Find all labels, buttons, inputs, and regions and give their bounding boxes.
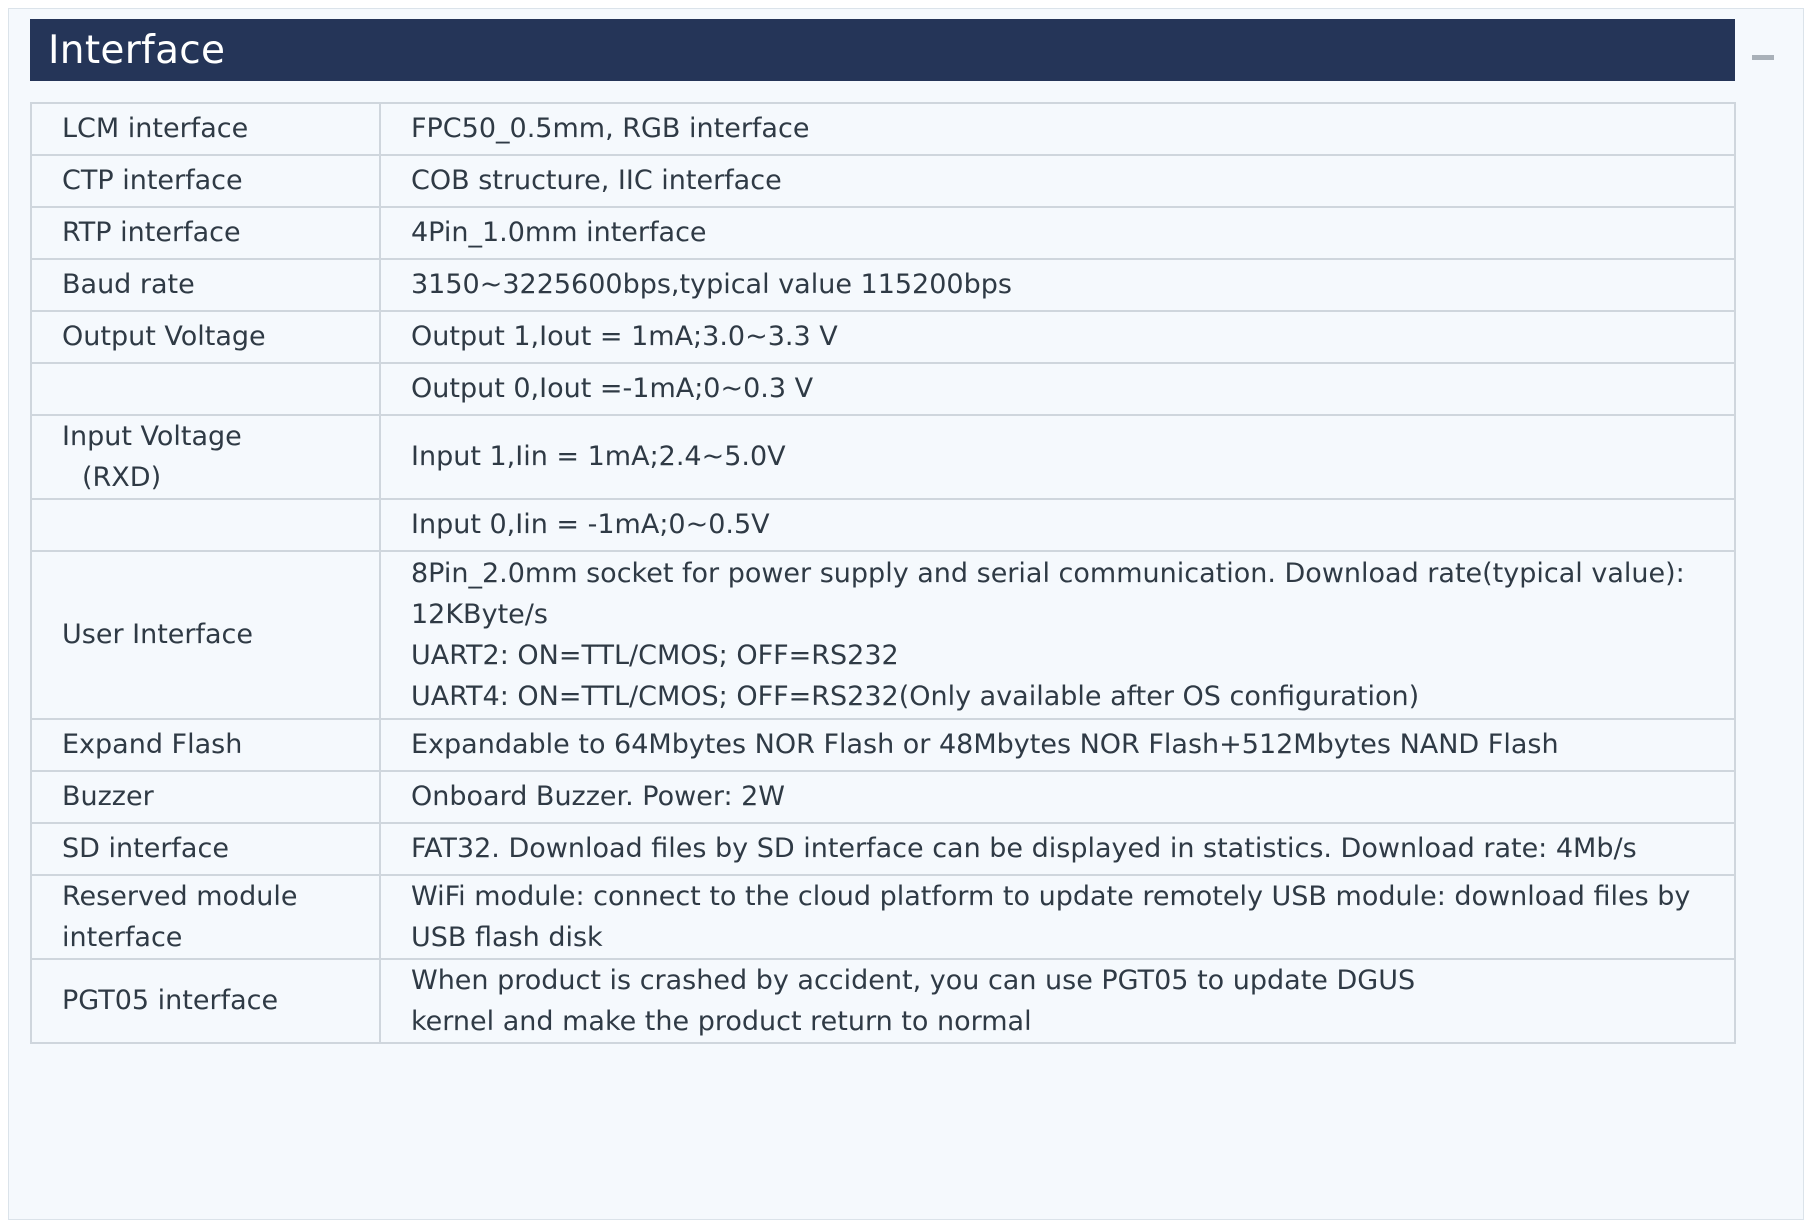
row-label	[30, 362, 381, 416]
row-label: RTP interface	[30, 206, 381, 260]
collapse-minus-icon[interactable]	[1752, 47, 1774, 69]
section-header: Interface	[30, 19, 1735, 81]
table-row: Output 0,Iout =-1mA;0~0.3 V	[30, 362, 1736, 416]
row-value: 8Pin_2.0mm socket for power supply and s…	[379, 550, 1736, 720]
row-label-line: Reserved module	[62, 881, 298, 912]
row-label-sub: (RXD)	[82, 462, 162, 493]
row-label: Baud rate	[30, 258, 381, 312]
row-value-line: UART4: ON=TTL/CMOS; OFF=RS232(Only avail…	[411, 681, 1420, 712]
table-row: LCM interface FPC50_0.5mm, RGB interface	[30, 102, 1736, 156]
table-row: Expand Flash Expandable to 64Mbytes NOR …	[30, 718, 1736, 772]
table-row: CTP interface COB structure, IIC interfa…	[30, 154, 1736, 208]
row-label	[30, 498, 381, 552]
row-value: Output 0,Iout =-1mA;0~0.3 V	[379, 362, 1736, 416]
row-value: WiFi module: connect to the cloud platfo…	[379, 874, 1736, 960]
table-row: Input 0,Iin = -1mA;0~0.5V	[30, 498, 1736, 552]
row-label: Output Voltage	[30, 310, 381, 364]
row-label-line: interface	[62, 922, 183, 953]
row-value-line: USB flash disk	[411, 922, 603, 953]
row-value: Input 1,Iin = 1mA;2.4~5.0V	[379, 414, 1736, 500]
table-row: SD interface FAT32. Download files by SD…	[30, 822, 1736, 876]
section-title: Interface	[48, 27, 226, 73]
row-label: Input Voltage (RXD)	[30, 414, 381, 500]
row-value-line: WiFi module: connect to the cloud platfo…	[411, 881, 1691, 912]
row-label: CTP interface	[30, 154, 381, 208]
row-label: Reserved module interface	[30, 874, 381, 960]
table-row: PGT05 interface When product is crashed …	[30, 958, 1736, 1044]
row-value: FAT32. Download files by SD interface ca…	[379, 822, 1736, 876]
row-value-line: 12KByte/s	[411, 599, 548, 630]
row-value: FPC50_0.5mm, RGB interface	[379, 102, 1736, 156]
row-value: COB structure, IIC interface	[379, 154, 1736, 208]
table-row: Input Voltage (RXD) Input 1,Iin = 1mA;2.…	[30, 414, 1736, 500]
row-label: User Interface	[30, 550, 381, 720]
row-value: Input 0,Iin = -1mA;0~0.5V	[379, 498, 1736, 552]
row-label: LCM interface	[30, 102, 381, 156]
table-row: Buzzer Onboard Buzzer. Power: 2W	[30, 770, 1736, 824]
row-value: When product is crashed by accident, you…	[379, 958, 1736, 1044]
row-label: PGT05 interface	[30, 958, 381, 1044]
table-row: Output Voltage Output 1,Iout = 1mA;3.0~3…	[30, 310, 1736, 364]
row-value-line: kernel and make the product return to no…	[411, 1006, 1032, 1037]
table-row: Baud rate 3150~3225600bps,typical value …	[30, 258, 1736, 312]
row-value: Expandable to 64Mbytes NOR Flash or 48Mb…	[379, 718, 1736, 772]
row-label-line: Input Voltage	[62, 421, 242, 452]
table-row: RTP interface 4Pin_1.0mm interface	[30, 206, 1736, 260]
row-value-line: When product is crashed by accident, you…	[411, 965, 1416, 996]
row-label: Buzzer	[30, 770, 381, 824]
row-label: SD interface	[30, 822, 381, 876]
row-value: 4Pin_1.0mm interface	[379, 206, 1736, 260]
row-value-line: UART2: ON=TTL/CMOS; OFF=RS232	[411, 640, 899, 671]
table-row: User Interface 8Pin_2.0mm socket for pow…	[30, 550, 1736, 720]
row-value: Output 1,Iout = 1mA;3.0~3.3 V	[379, 310, 1736, 364]
row-value: Onboard Buzzer. Power: 2W	[379, 770, 1736, 824]
table-row: Reserved module interface WiFi module: c…	[30, 874, 1736, 960]
row-value-line: 8Pin_2.0mm socket for power supply and s…	[411, 558, 1685, 589]
row-value: 3150~3225600bps,typical value 115200bps	[379, 258, 1736, 312]
row-label: Expand Flash	[30, 718, 381, 772]
interface-spec-table: LCM interface FPC50_0.5mm, RGB interface…	[30, 102, 1736, 1044]
